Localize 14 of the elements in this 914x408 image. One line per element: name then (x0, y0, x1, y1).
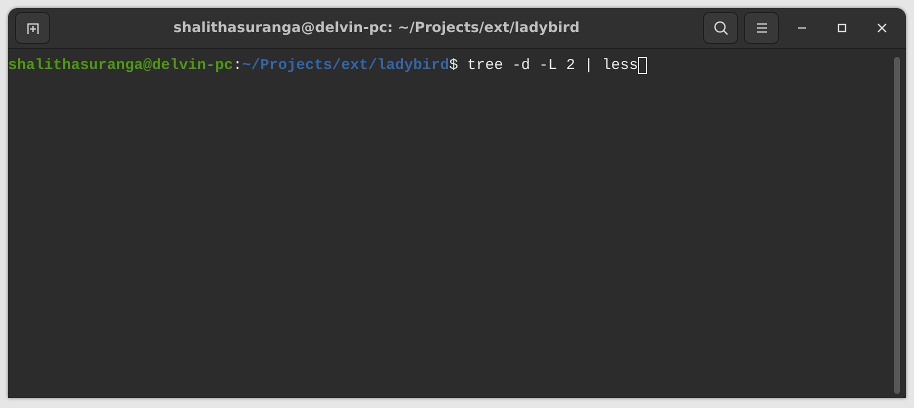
prompt-user: shalithasuranga@delvin-pc (8, 56, 234, 74)
window-title: shalithasuranga@delvin-pc: ~/Projects/ext/ladybird (172, 20, 581, 36)
new-tab-button[interactable] (15, 12, 50, 44)
minimize-icon (798, 27, 806, 29)
search-icon (712, 20, 728, 36)
terminal-text: : (233, 56, 242, 74)
menu-button[interactable] (744, 12, 779, 44)
terminal-text: $ tree -d -L 2 | less (449, 56, 638, 74)
prompt-path: ~/Projects/ext/ladybird (242, 56, 450, 74)
scrollbar[interactable] (894, 57, 900, 394)
close-icon (877, 23, 887, 33)
menu-icon (754, 21, 768, 35)
search-button[interactable] (703, 12, 738, 44)
maximize-icon (837, 23, 847, 33)
